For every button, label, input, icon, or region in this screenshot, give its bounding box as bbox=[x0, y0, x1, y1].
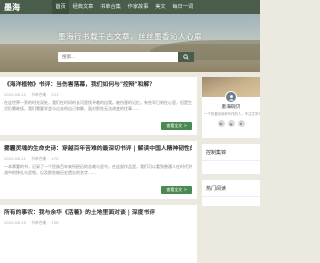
nav-item-home[interactable]: 首页 bbox=[52, 0, 70, 14]
post-category[interactable]: 书单合集 bbox=[31, 220, 46, 225]
widget-card: 控制集锦 bbox=[202, 144, 260, 174]
search-box bbox=[58, 52, 194, 62]
post-date: 2025-06-12 bbox=[4, 92, 27, 97]
nav-item-booklist[interactable]: 书单合集 bbox=[97, 0, 125, 14]
nav-item-daily-word[interactable]: 每日一词 bbox=[169, 0, 197, 14]
post-meta: 2025-06-11 书单合集 170 bbox=[4, 156, 192, 161]
search-icon bbox=[183, 54, 189, 60]
widget-title: 控制集锦 bbox=[202, 144, 260, 161]
profile-description: 一个热爱阅读和写作的人，专注文学分享 bbox=[204, 112, 260, 116]
wechat-link[interactable] bbox=[217, 120, 225, 127]
read-more-button[interactable]: 查看全文 > bbox=[161, 186, 192, 194]
nav-item-essays[interactable]: 美文 bbox=[152, 0, 169, 14]
main-nav: 首页 经典文章 书单合集 作家故事 美文 每日一词 bbox=[52, 0, 197, 14]
post-title[interactable]: 雾霾灵魂的生命史诗：穿越百年苦难的最深切书评 | 解读中国人精神韧性的 bbox=[4, 145, 192, 153]
post-date: 2025-06-11 bbox=[4, 156, 27, 161]
nav-item-classic[interactable]: 经典文章 bbox=[69, 0, 97, 14]
post-card: 雾霾灵魂的生命史诗：穿越百年苦难的最深切书评 | 解读中国人精神韧性的 2025… bbox=[0, 141, 197, 199]
post-card: 所有的事农：我与余华《活着》的土地里面对谈 | 深度书评 2025-06-10 … bbox=[0, 205, 197, 263]
search-button[interactable] bbox=[178, 52, 194, 62]
hero-banner: 墨海行书载千古文章，丝丝墨香沁人心扉 bbox=[0, 14, 260, 72]
weibo-link[interactable] bbox=[227, 120, 235, 127]
site-logo[interactable]: 墨海 bbox=[0, 2, 52, 13]
nav-item-author-stories[interactable]: 作家故事 bbox=[124, 0, 152, 14]
post-date: 2025-06-10 bbox=[4, 220, 27, 225]
avatar[interactable] bbox=[225, 91, 237, 103]
search-input[interactable] bbox=[58, 52, 178, 62]
post-views: 170 bbox=[51, 156, 59, 161]
widget-card: 热门阅读 bbox=[202, 180, 260, 206]
post-views: 221 bbox=[51, 92, 59, 97]
post-title[interactable]: 所有的事农：我与余华《活着》的土地里面对谈 | 深度书评 bbox=[4, 209, 192, 217]
post-category[interactable]: 书单合集 bbox=[31, 156, 46, 161]
post-excerpt: 一本厚重的书，记录了一个民族百年来所经历的苦难与坚守。在这部作品里，我们可以看到… bbox=[4, 164, 192, 175]
post-views: 156 bbox=[51, 220, 59, 225]
hero-title: 墨海行书载千古文章，丝丝墨香沁人心扉 bbox=[58, 32, 202, 41]
post-excerpt: 在这世界一旁的时光深处，我们在时间的长河里找寻着的自我。被伤害的记忆，有些早已刻… bbox=[4, 100, 192, 111]
post-title[interactable]: 《海洋植物》书评：当伤害落幕，我们如何与"控辩"和解？ bbox=[4, 81, 192, 89]
post-meta: 2025-06-12 书单合集 221 bbox=[4, 92, 192, 97]
qq-link[interactable] bbox=[237, 120, 245, 127]
post-category[interactable]: 书单合集 bbox=[31, 92, 46, 97]
read-more-button[interactable]: 查看全文 > bbox=[161, 122, 192, 130]
social-links bbox=[202, 117, 260, 131]
qq-icon bbox=[240, 122, 242, 125]
weibo-icon bbox=[229, 122, 233, 125]
profile-card: 墨海砚贝 一个热爱阅读和写作的人，专注文学分享 bbox=[202, 77, 260, 138]
widget-title: 热门阅读 bbox=[202, 180, 260, 197]
top-navbar: 墨海 首页 经典文章 书单合集 作家故事 美文 每日一词 bbox=[0, 0, 260, 14]
post-list: 《海洋植物》书评：当伤害落幕，我们如何与"控辩"和解？ 2025-06-12 书… bbox=[0, 77, 197, 263]
sidebar: 墨海砚贝 一个热爱阅读和写作的人，专注文学分享 控制集锦 热门阅读 bbox=[202, 77, 260, 212]
widget-body bbox=[202, 161, 260, 174]
wechat-icon bbox=[219, 122, 223, 125]
post-meta: 2025-06-10 书单合集 156 bbox=[4, 220, 192, 225]
user-icon bbox=[228, 94, 234, 101]
post-card: 《海洋植物》书评：当伤害落幕，我们如何与"控辩"和解？ 2025-06-12 书… bbox=[0, 77, 197, 135]
